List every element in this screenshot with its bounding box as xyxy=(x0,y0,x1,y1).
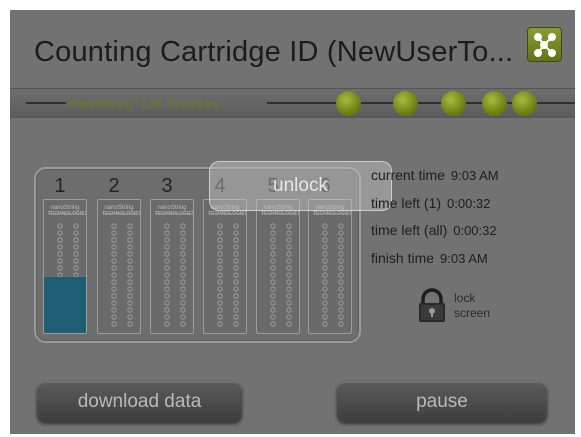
progress-ball-icon xyxy=(482,91,507,116)
lane-number: 1 xyxy=(54,175,66,197)
header: Counting Cartridge ID (NewUserTo... xyxy=(10,10,575,85)
time-left-all-value: 0:00:32 xyxy=(453,223,497,238)
padlock-icon[interactable] xyxy=(414,288,450,324)
current-time-row: current time 9:03 AM xyxy=(371,167,499,183)
lock-label-line2: screen xyxy=(454,306,491,320)
time-left-all-row: time left (all) 0:00:32 xyxy=(371,222,497,238)
lock-label-line1: lock xyxy=(454,291,476,305)
lane: nanoString TECHNOLOGIES xyxy=(203,199,247,334)
lane-progress-fill xyxy=(44,277,86,333)
lane: nanoString TECHNOLOGIES xyxy=(308,199,352,334)
progress-ball-icon xyxy=(336,91,361,116)
lane: nanoString TECHNOLOGIES xyxy=(43,199,87,334)
progress-ball-icon xyxy=(512,91,537,116)
lock-screen-label[interactable]: lock screen xyxy=(454,291,490,321)
finish-time-row: finish time 9:03 AM xyxy=(371,250,488,266)
brand-name: NanoString xyxy=(68,96,134,111)
progress-ball-icon xyxy=(393,91,418,116)
instrument-screen: Counting Cartridge ID (NewUserTo... Nano… xyxy=(10,10,575,434)
page-title: Counting Cartridge ID (NewUserTo... xyxy=(34,36,514,68)
current-time-value: 9:03 AM xyxy=(450,168,499,183)
lane-label: nanoString TECHNOLOGIES xyxy=(48,205,87,217)
time-left-one-row: time left (1) 0:00:32 xyxy=(371,195,490,211)
pause-button[interactable]: pause xyxy=(337,382,547,422)
brand-suffix: Life Sciences xyxy=(138,96,220,111)
lane-pattern-icon xyxy=(164,223,186,327)
finish-time-label: finish time xyxy=(371,250,435,266)
time-left-one-value: 0:00:32 xyxy=(447,196,491,211)
unlock-button[interactable]: unlock xyxy=(209,161,392,211)
time-left-all-label: time left (all) xyxy=(371,222,448,238)
network-icon xyxy=(534,33,556,57)
time-left-one-label: time left (1) xyxy=(371,195,442,211)
lane-pattern-icon xyxy=(111,223,133,327)
lane-number: 3 xyxy=(161,175,173,197)
lane-pattern-icon xyxy=(217,223,239,327)
brand-banner: NanoString® Life Sciences xyxy=(10,88,575,118)
lane: nanoString TECHNOLOGIES xyxy=(97,199,141,334)
progress-ball-icon xyxy=(441,91,466,116)
lane-pattern-icon xyxy=(270,223,292,327)
banner-line-left xyxy=(26,102,66,104)
lane-label: nanoString TECHNOLOGIES xyxy=(155,205,194,217)
brand-text: NanoString® Life Sciences xyxy=(68,96,219,111)
lane-label: nanoString TECHNOLOGIES xyxy=(102,205,141,217)
lane-number: 2 xyxy=(108,175,120,197)
lane-pattern-icon xyxy=(322,223,344,327)
lane: nanoString TECHNOLOGIES xyxy=(150,199,194,334)
network-button[interactable] xyxy=(527,27,562,62)
finish-time-value: 9:03 AM xyxy=(440,251,488,266)
download-data-button[interactable]: download data xyxy=(37,382,242,422)
lane: nanoString TECHNOLOGIES xyxy=(256,199,300,334)
current-time-label: current time xyxy=(371,167,445,183)
